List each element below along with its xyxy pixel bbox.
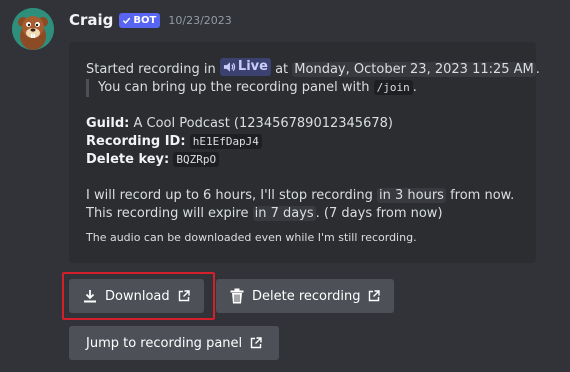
author-name[interactable]: Craig bbox=[69, 11, 113, 29]
download-icon bbox=[84, 290, 96, 303]
avatar[interactable] bbox=[12, 8, 54, 50]
message-timestamp: 10/23/2023 bbox=[168, 13, 232, 27]
speaker-icon bbox=[223, 62, 236, 72]
bot-badge-label: BOT bbox=[133, 14, 157, 26]
external-link-icon bbox=[178, 290, 190, 302]
recording-id-value: hE1EfDapJ4 bbox=[189, 134, 262, 149]
record-time[interactable]: in 3 hours bbox=[377, 188, 446, 203]
started-text: Started recording in bbox=[86, 62, 216, 77]
delete-button-label: Delete recording bbox=[252, 288, 361, 304]
delete-recording-button[interactable]: Delete recording bbox=[216, 279, 395, 313]
bot-badge: BOT bbox=[119, 12, 161, 28]
guild-value: A Cool Podcast (123456789012345678) bbox=[133, 116, 393, 131]
jump-to-panel-button[interactable]: Jump to recording panel bbox=[69, 326, 280, 360]
expire-line: This recording will expire in 7 days. (7… bbox=[86, 205, 524, 223]
download-button-label: Download bbox=[105, 288, 170, 304]
delete-key-value: BQZRpO bbox=[173, 152, 220, 167]
beaver-avatar-icon bbox=[12, 8, 54, 50]
record-prefix-text: I will record up to 6 hours, I'll stop r… bbox=[86, 188, 373, 203]
trash-icon bbox=[230, 288, 244, 304]
recording-embed: Started recording in Live at Monday, Oct… bbox=[69, 42, 540, 263]
recording-datetime[interactable]: Monday, October 23, 2023 11:25 AM bbox=[292, 62, 536, 77]
period-text: . bbox=[535, 62, 540, 77]
guild-line: Guild: A Cool Podcast (12345678901234567… bbox=[86, 115, 524, 133]
embed-started-line: Started recording in Live at Monday, Oct… bbox=[86, 58, 540, 79]
external-link-icon bbox=[250, 337, 262, 349]
delete-key-label: Delete key: bbox=[86, 152, 170, 167]
expire-time[interactable]: in 7 days bbox=[252, 206, 316, 221]
record-duration-line: I will record up to 6 hours, I'll stop r… bbox=[86, 187, 524, 205]
channel-name: Live bbox=[237, 59, 268, 74]
recording-id-label: Recording ID: bbox=[86, 134, 186, 149]
join-hint-text: You can bring up the recording panel wit… bbox=[98, 80, 370, 95]
period-text: . bbox=[412, 80, 417, 95]
external-link-icon bbox=[369, 290, 381, 302]
record-suffix-text: from now. bbox=[450, 188, 515, 203]
expire-prefix-text: This recording will expire bbox=[86, 206, 249, 221]
recording-id-line: Recording ID: hE1EfDapJ4 bbox=[86, 133, 524, 151]
join-command: /join bbox=[373, 80, 413, 95]
expire-suffix-text: . (7 days from now) bbox=[315, 206, 443, 221]
download-footnote: The audio can be downloaded even while I… bbox=[86, 231, 417, 244]
at-text: at bbox=[275, 62, 289, 77]
guild-label: Guild: bbox=[86, 116, 130, 131]
checkmark-icon bbox=[123, 17, 131, 24]
jump-button-label: Jump to recording panel bbox=[86, 335, 243, 351]
delete-key-line: Delete key: BQZRpO bbox=[86, 151, 524, 169]
message-header: Craig BOT 10/23/2023 bbox=[69, 9, 232, 31]
join-hint-quote: You can bring up the recording panel wit… bbox=[86, 79, 524, 97]
download-button[interactable]: Download bbox=[69, 279, 204, 313]
channel-mention[interactable]: Live bbox=[219, 58, 271, 76]
